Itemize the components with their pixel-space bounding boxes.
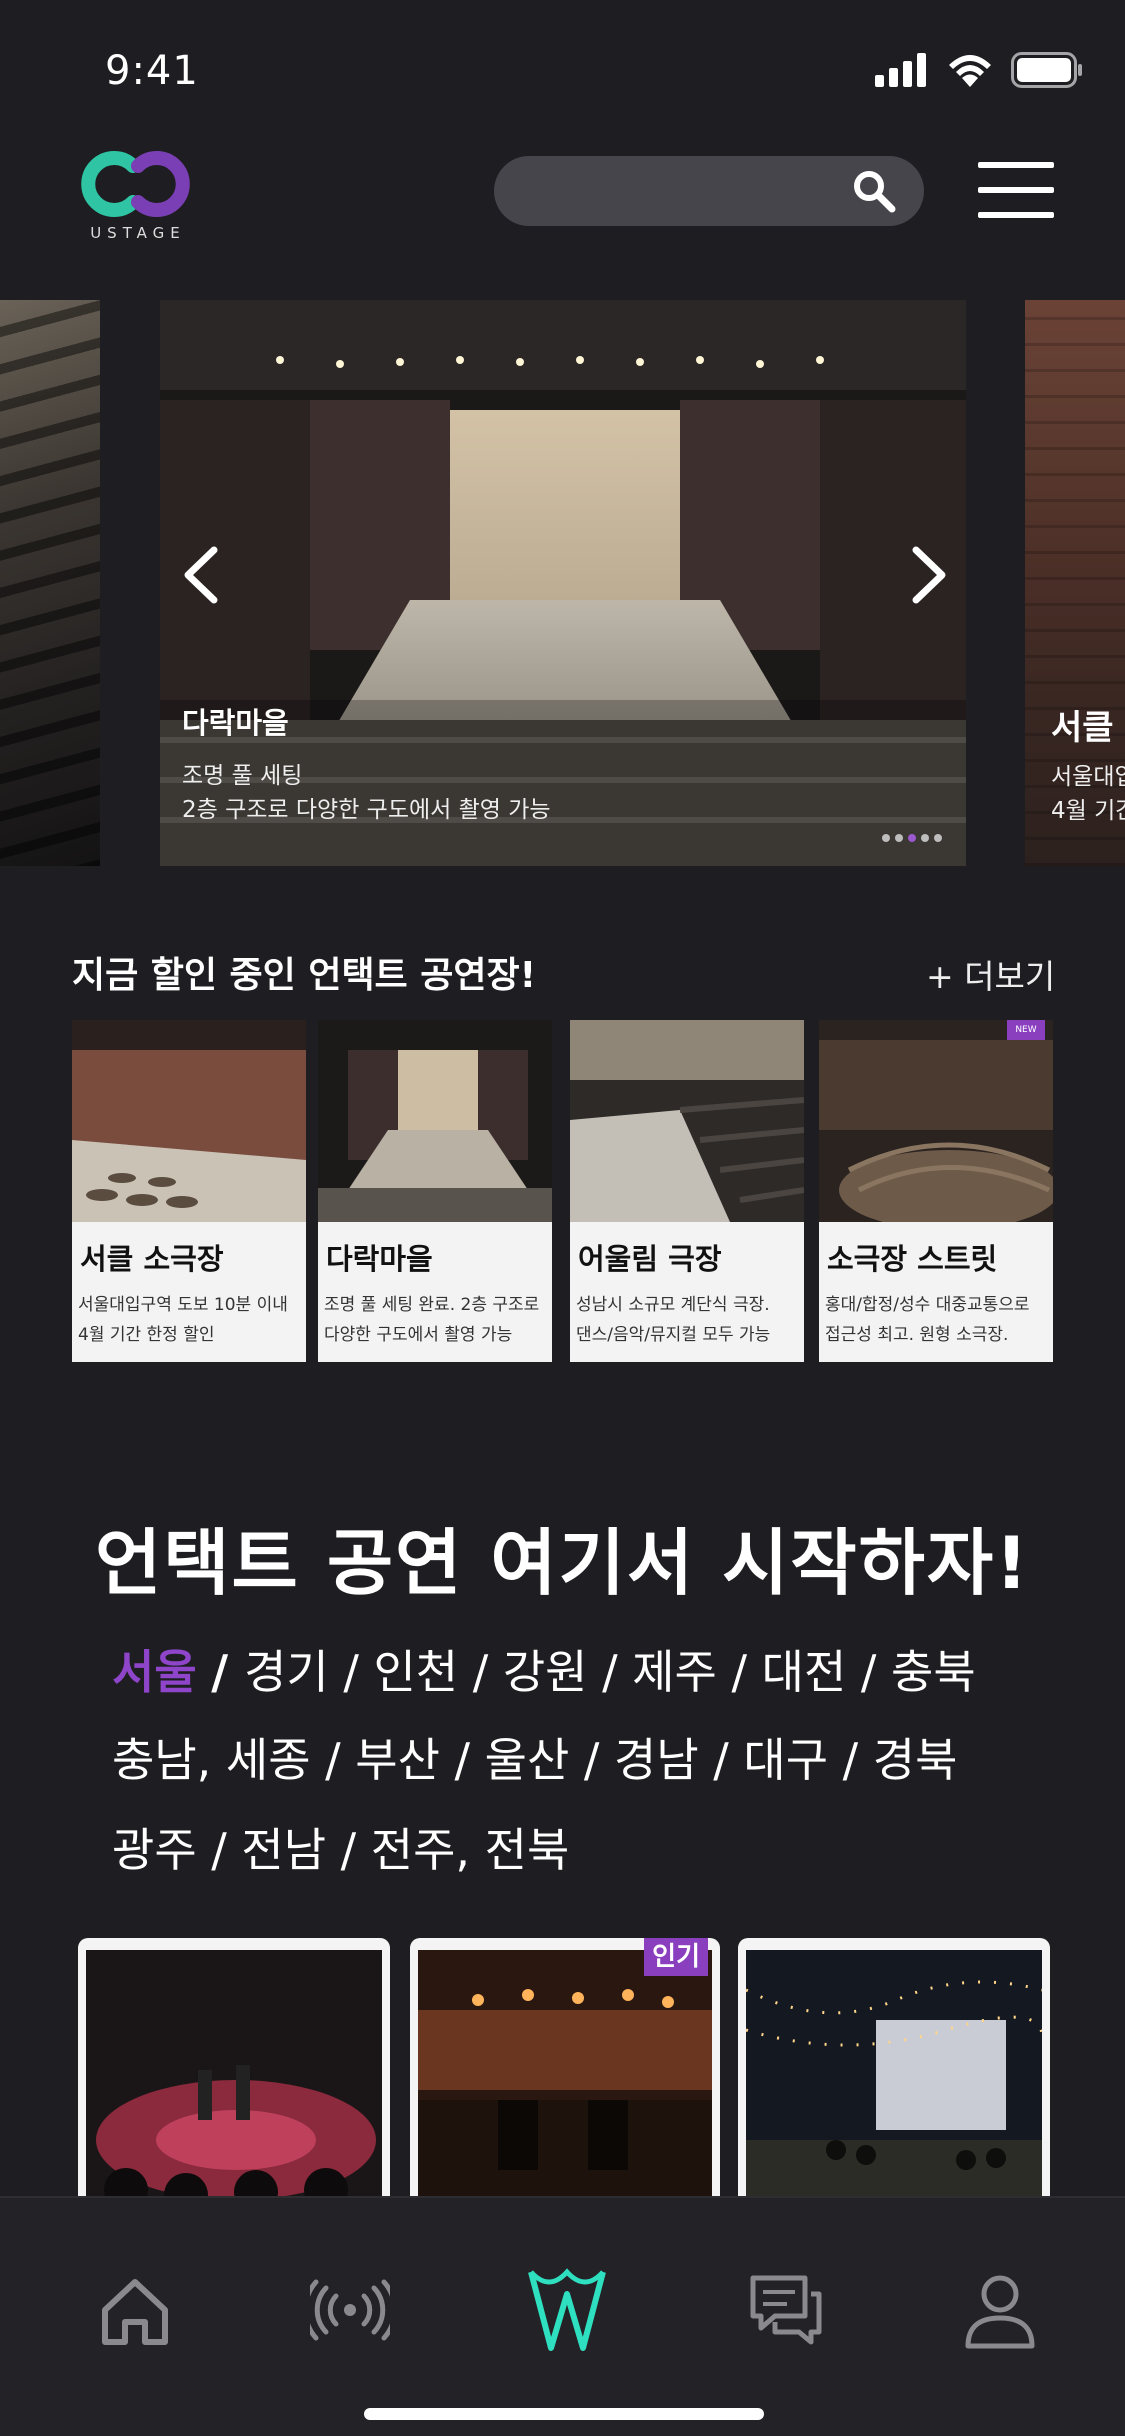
home-icon[interactable]	[95, 2270, 175, 2350]
region-selected[interactable]: 서울	[112, 1645, 197, 1699]
more-link[interactable]: + 더보기	[926, 950, 1055, 998]
bottom-navigation	[0, 2196, 1125, 2436]
venue-card[interactable]: 어울림 극장 성남시 소규모 계단식 극장. 댄스/음악/뮤지컬 모두 가능	[570, 1020, 804, 1362]
prev-slide-photo	[0, 300, 100, 866]
profile-icon[interactable]	[960, 2270, 1040, 2350]
venue-card-name: 소극장 스트릿	[827, 1242, 998, 1276]
hero-pagination-dots	[882, 834, 942, 842]
hero-next-slide[interactable]: 서클 서울대입 4월 기간	[1025, 300, 1125, 866]
venue-card-desc-1: 성남시 소규모 계단식 극장.	[576, 1295, 770, 1315]
venue-card-photo	[318, 1020, 552, 1222]
venue-card-name: 어울림 극장	[578, 1242, 722, 1276]
venue-card-desc-1: 서울대입구역 도보 10분 이내	[78, 1295, 288, 1315]
page-dot[interactable]	[921, 834, 929, 842]
hero-prev-slide[interactable]	[0, 300, 100, 866]
hero-next-arrow-icon[interactable]	[904, 540, 954, 610]
logo-text: USTAGE	[90, 224, 186, 242]
venue-card-photo	[72, 1020, 306, 1222]
hero-title: 다락마을	[182, 706, 289, 740]
venue-tile-photo	[746, 1950, 1042, 2198]
status-time: 9:41	[105, 48, 199, 94]
stage-icon[interactable]	[525, 2264, 609, 2354]
hamburger-menu-button[interactable]	[978, 160, 1058, 220]
home-indicator[interactable]	[364, 2408, 764, 2420]
page-dot-active[interactable]	[908, 834, 916, 842]
popular-badge: 인기	[644, 1938, 708, 1976]
chat-icon[interactable]	[745, 2270, 825, 2350]
venue-card-desc-2: 4월 기간 한정 할인	[78, 1325, 215, 1345]
hero-slide[interactable]: 다락마을 조명 풀 세팅 2층 구조로 다양한 구도에서 촬영 가능	[160, 300, 966, 866]
venue-card[interactable]: NEW 소극장 스트릿 홍대/합정/성수 대중교통으로 접근성 최고. 원형 소…	[819, 1020, 1053, 1362]
menu-line	[978, 162, 1054, 168]
signal-icon	[875, 53, 926, 87]
venue-card-photo	[819, 1020, 1053, 1222]
discount-section-title: 지금 할인 중인 언택트 공연장!	[72, 955, 536, 996]
venue-card[interactable]: 다락마을 조명 풀 세팅 완료. 2층 구조로 다양한 구도에서 촬영 가능	[318, 1020, 552, 1362]
logo-mark-icon	[81, 151, 190, 217]
hero-subtitle-1: 조명 풀 세팅	[182, 763, 303, 789]
region-line-3[interactable]: 광주 / 전남 / 전주, 전북	[112, 1814, 569, 1880]
venue-card-desc-2: 접근성 최고. 원형 소극장.	[825, 1325, 1009, 1345]
venue-card-desc-2: 댄스/음악/뮤지컬 모두 가능	[576, 1325, 771, 1345]
next-slide-subtitle: 서울대입 4월 기간	[1051, 760, 1125, 828]
venue-tile-photo	[418, 1950, 712, 2198]
search-bar[interactable]	[494, 156, 924, 226]
next-slide-subtitle-2: 4월 기간	[1051, 798, 1125, 824]
venue-card-name: 서클 소극장	[80, 1242, 224, 1276]
menu-line	[978, 187, 1054, 193]
venue-card-name: 다락마을	[326, 1242, 433, 1276]
venue-tile[interactable]: 인기	[410, 1938, 720, 2198]
page-dot[interactable]	[882, 834, 890, 842]
wifi-icon	[949, 55, 991, 87]
page-dot[interactable]	[895, 834, 903, 842]
venue-card-desc-2: 다양한 구도에서 촬영 가능	[324, 1325, 513, 1345]
page-dot[interactable]	[934, 834, 942, 842]
status-icons	[875, 48, 1083, 92]
region-separator: /	[211, 1645, 245, 1699]
venue-tile[interactable]	[738, 1938, 1050, 2198]
venue-tile-photo	[86, 1950, 382, 2198]
hero-prev-arrow-icon[interactable]	[176, 540, 226, 610]
region-line-1: 서울 / 경기 / 인천 / 강원 / 제주 / 대전 / 충북	[112, 1636, 976, 1702]
region-line-2[interactable]: 충남, 세종 / 부산 / 울산 / 경남 / 대구 / 경북	[112, 1724, 957, 1790]
ustage-logo[interactable]: USTAGE	[78, 148, 198, 244]
hero-subtitle-2: 2층 구조로 다양한 구도에서 촬영 가능	[182, 797, 551, 823]
venue-card-desc-1: 조명 풀 세팅 완료. 2층 구조로	[324, 1295, 540, 1315]
venue-card-desc-1: 홍대/합정/성수 대중교통으로	[825, 1295, 1030, 1315]
venue-tile[interactable]	[78, 1938, 390, 2198]
region-list-1[interactable]: 경기 / 인천 / 강원 / 제주 / 대전 / 충북	[244, 1645, 976, 1699]
venue-card-photo	[570, 1020, 804, 1222]
venue-card[interactable]: 서클 소극장 서울대입구역 도보 10분 이내 4월 기간 한정 할인	[72, 1020, 306, 1362]
search-icon[interactable]	[852, 169, 896, 213]
region-section-title: 언택트 공연 여기서 시작하자!	[95, 1521, 1030, 1605]
next-slide-title: 서클	[1051, 708, 1114, 748]
battery-icon	[1011, 52, 1082, 88]
broadcast-icon[interactable]	[310, 2270, 390, 2350]
next-slide-subtitle-1: 서울대입	[1051, 764, 1125, 790]
new-badge: NEW	[1007, 1020, 1045, 1040]
menu-line	[978, 212, 1054, 218]
